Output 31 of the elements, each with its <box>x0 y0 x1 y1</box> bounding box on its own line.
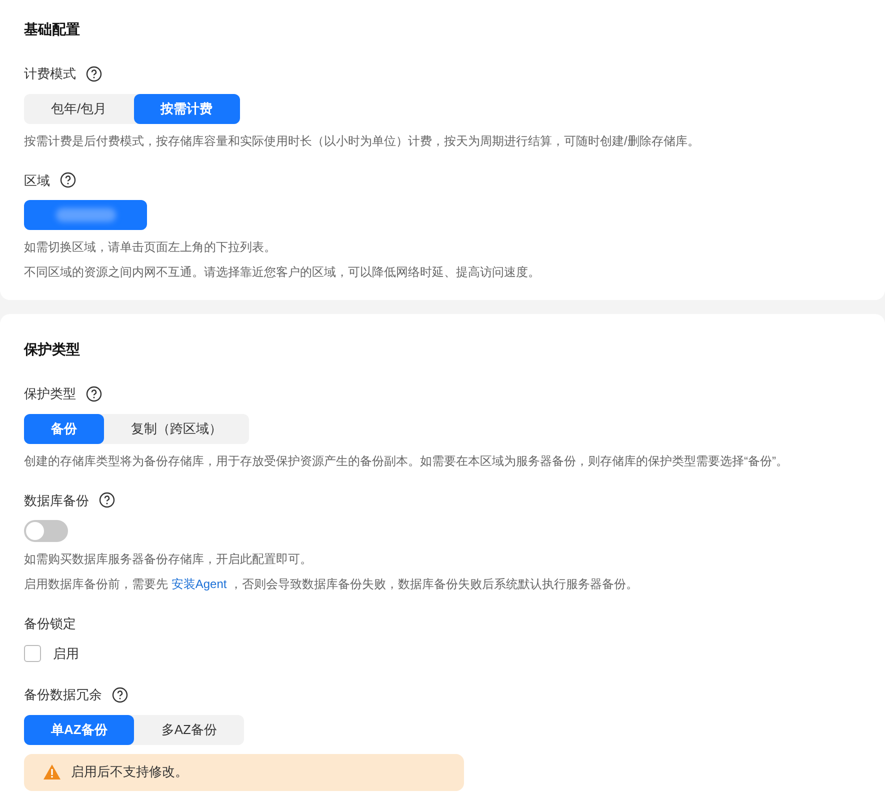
help-icon[interactable] <box>86 66 102 82</box>
segment-option[interactable]: 复制（跨区域） <box>104 414 249 444</box>
field-label: 备份锁定 <box>24 615 76 633</box>
help-icon[interactable] <box>60 172 76 188</box>
field-label: 计费模式 <box>24 65 76 83</box>
help-text: 启用数据库备份前，需要先 安装Agent ，否则会导致数据库备份失败，数据库备份失败后系统默认执行服务器备份。 <box>24 576 640 592</box>
segment-option[interactable]: 备份 <box>24 414 104 444</box>
segment-option[interactable]: 多AZ备份 <box>134 714 244 744</box>
field-label: 备份数据冗余 <box>24 686 102 704</box>
segment-option[interactable]: 包年/包月 <box>24 94 134 124</box>
help-text: 如需购买数据库服务器备份存储库，开启此配置即可。 <box>24 551 313 567</box>
help-text: 如需切换区域，请单击页面左上角的下拉列表。 <box>24 239 277 255</box>
help-text: 按需计费是后付费模式，按存储库容量和实际使用时长（以小时为单位）计费，按天为周期进行结算，可随时创建/删除存储库。 <box>24 132 700 148</box>
section-title: 保护类型 <box>24 340 81 359</box>
segment-option[interactable]: 单AZ备份 <box>24 714 134 744</box>
field-label: 数据库备份 <box>24 492 89 510</box>
toggle-switch[interactable] <box>24 520 68 542</box>
field-label: 区域 <box>24 172 50 190</box>
install-agent-link[interactable]: 安装Agent <box>171 577 227 591</box>
alert-text: 启用后不支持修改。 <box>71 763 188 782</box>
checkbox[interactable] <box>24 644 41 662</box>
help-text: 不同区域的资源之间内网不互通。请选择靠近您客户的区域，可以降低网络时延、提高访问速度。 <box>24 264 541 280</box>
help-icon[interactable] <box>86 386 102 402</box>
help-icon[interactable] <box>99 492 115 508</box>
help-text: 创建的存储库类型将为备份存储库，用于存放受保护资源产生的备份副本。如需要在本区域为服务器备份，则存储库的保护类型需要选择“备份”。 <box>24 452 789 468</box>
section-title: 基础配置 <box>24 20 81 39</box>
checkbox-label: 启用 <box>53 644 79 662</box>
help-icon[interactable] <box>112 686 128 703</box>
segment-option[interactable]: 按需计费 <box>134 94 240 124</box>
field-label: 保护类型 <box>24 385 76 403</box>
warning-icon <box>43 764 61 780</box>
